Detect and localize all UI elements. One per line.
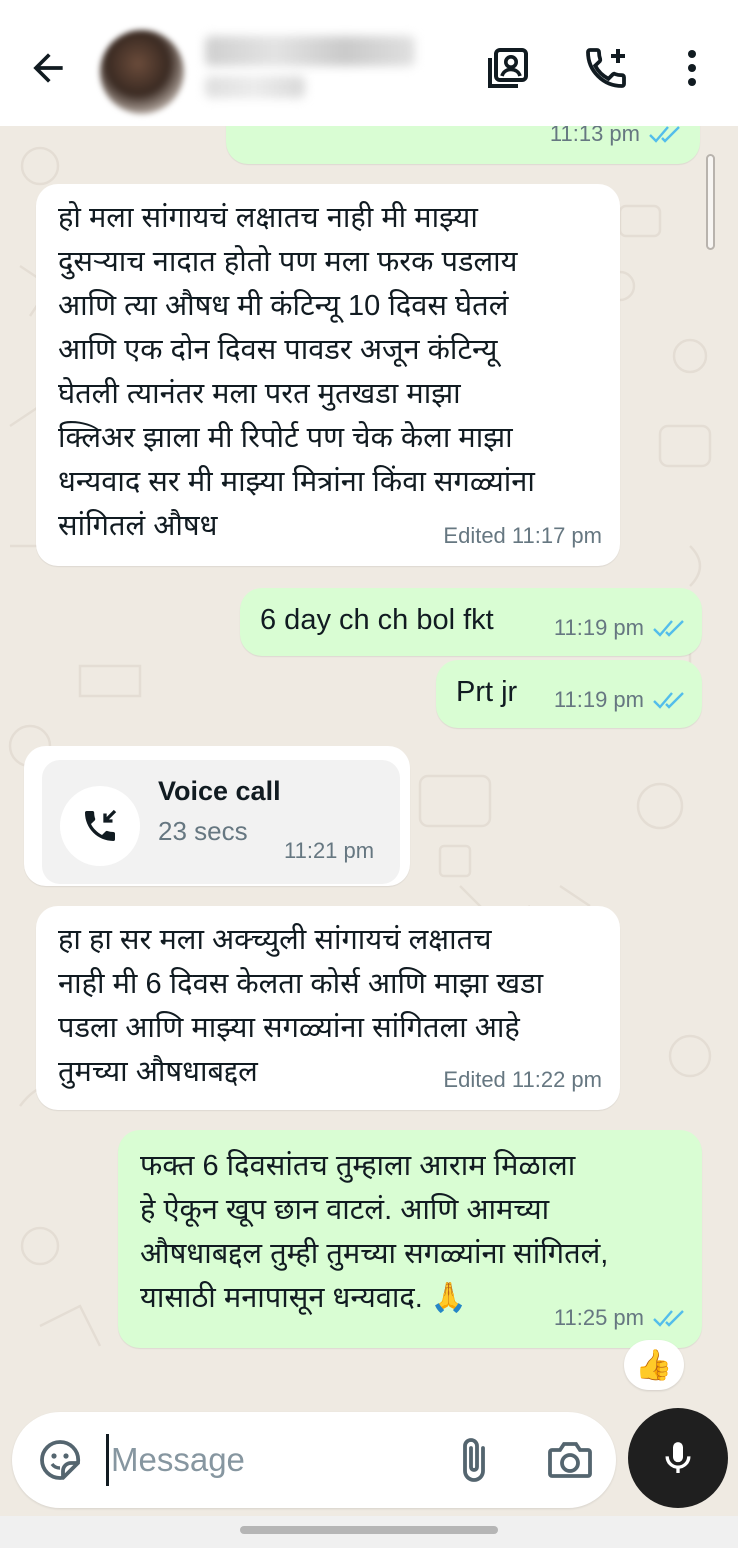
contact-card-icon[interactable] <box>484 44 532 92</box>
call-duration: 23 secs <box>158 816 248 846</box>
voice-call-card[interactable]: Voice call 23 secs 11:21 pm <box>42 760 400 884</box>
message-time: 11:21 pm <box>284 838 375 863</box>
camera-icon[interactable] <box>544 1436 596 1484</box>
message-bubble-incoming[interactable]: हा हा सर मला अक्च्युली सांगायचं लक्षातच … <box>36 906 620 1110</box>
contact-status-blurred <box>205 76 305 98</box>
arrow-left-icon[interactable] <box>26 46 70 90</box>
message-input[interactable] <box>106 1434 436 1486</box>
mic-button[interactable] <box>628 1408 728 1508</box>
message-meta: 11:13 pm <box>550 126 682 156</box>
message-bubble-outgoing[interactable]: 6 day ch ch bol fkt 11:19 pm <box>240 588 702 656</box>
scrollbar[interactable] <box>706 154 715 250</box>
read-ticks-icon <box>653 620 684 637</box>
message-bubble-outgoing[interactable]: फक्त 6 दिवसांतच तुम्हाला आराम मिळाला हे … <box>118 1130 702 1348</box>
message-time: 11:13 pm <box>549 126 640 146</box>
chat-header <box>0 0 738 126</box>
sticker-emoji-icon[interactable] <box>36 1436 84 1484</box>
contact-name-blurred[interactable] <box>205 36 415 66</box>
message-bubble-outgoing[interactable]: Prt jr 11:19 pm <box>436 660 702 728</box>
message-meta: 11:19 pm <box>554 678 686 722</box>
incoming-call-icon <box>85 809 117 841</box>
gesture-nav-handle[interactable] <box>240 1526 498 1534</box>
message-text: हो मला सांगायचं लक्षातच नाही मी माझ्या द… <box>58 202 535 542</box>
message-text: 6 day ch ch bol fkt <box>260 604 494 636</box>
chat-area[interactable]: 11:13 pm हो मला सांगायचं लक्षातच नाही मी… <box>0 126 738 1416</box>
read-ticks-icon <box>653 1310 684 1327</box>
message-text: फक्त 6 दिवसांतच तुम्हाला आराम मिळाला हे … <box>140 1150 609 1314</box>
message-meta: Edited 11:22 pm <box>443 1067 602 1092</box>
message-time: 11:19 pm <box>553 615 644 640</box>
attach-icon[interactable] <box>450 1436 498 1484</box>
add-call-icon[interactable] <box>582 44 630 92</box>
message-composer <box>12 1412 616 1508</box>
message-bubble-incoming[interactable]: हो मला सांगायचं लक्षातच नाही मी माझ्या द… <box>36 184 620 566</box>
message-meta: 11:19 pm <box>554 606 686 650</box>
message-text: Prt jr <box>456 676 518 708</box>
message-bubble-outgoing[interactable]: 11:13 pm <box>226 126 700 164</box>
reaction-thumbs-up[interactable]: 👍 <box>624 1340 684 1390</box>
message-time: 11:19 pm <box>553 687 644 712</box>
message-meta: Edited 11:17 pm <box>443 523 602 548</box>
message-time: 11:25 pm <box>553 1305 644 1330</box>
read-ticks-icon <box>649 126 680 143</box>
contact-avatar[interactable] <box>100 30 184 114</box>
call-icon-container <box>60 786 140 866</box>
call-title: Voice call <box>158 776 281 806</box>
mic-icon <box>665 1442 691 1473</box>
message-meta: 11:25 pm <box>554 1296 686 1340</box>
more-vert-icon[interactable] <box>668 44 716 92</box>
read-ticks-icon <box>653 692 684 709</box>
